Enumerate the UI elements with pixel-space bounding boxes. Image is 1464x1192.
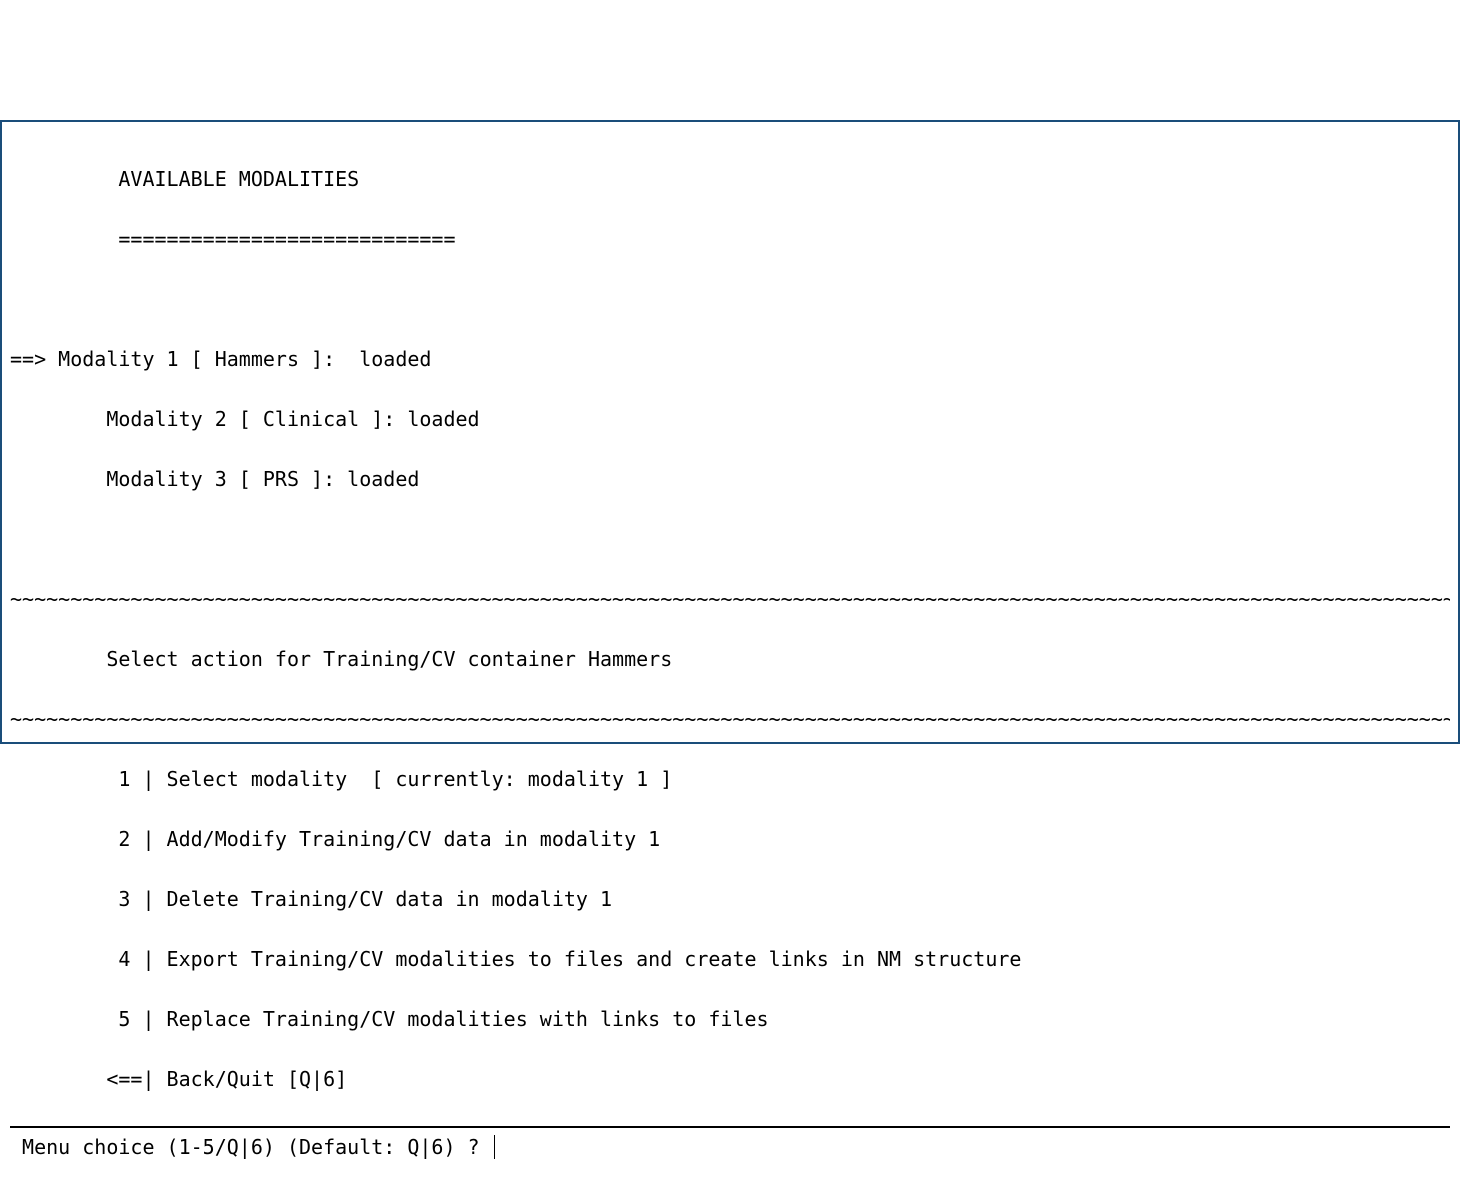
indent: [10, 467, 106, 491]
menu-item-text: <==| Back/Quit [Q|6]: [106, 1067, 347, 1091]
menu-item-2[interactable]: 2 | Add/Modify Training/CV data in modal…: [10, 824, 1450, 854]
section-title: Select action for Training/CV container …: [10, 644, 1450, 674]
menu-item-text: 3 | Delete Training/CV data in modality …: [106, 887, 612, 911]
menu-item-text: 1 | Select modality [ currently: modalit…: [106, 767, 672, 791]
menu-item-text: 5 | Replace Training/CV modalities with …: [106, 1007, 768, 1031]
selected-marker: ==>: [10, 347, 58, 371]
indent: [10, 407, 106, 431]
indent: [10, 827, 106, 851]
modality-2-text: Modality 2 [ Clinical ]: loaded: [106, 407, 479, 431]
blank-line: [10, 284, 1450, 314]
indent: [10, 887, 106, 911]
header-underline: ============================: [10, 224, 1450, 254]
prompt-line[interactable]: Menu choice (1-5/Q|6) (Default: Q|6) ?: [10, 1126, 1450, 1162]
menu-item-text: 4 | Export Training/CV modalities to fil…: [106, 947, 1021, 971]
menu-item-text: 2 | Add/Modify Training/CV data in modal…: [106, 827, 660, 851]
indent: [10, 1067, 106, 1091]
wave-separator-bottom: ~~~~~~~~~~~~~~~~~~~~~~~~~~~~~~~~~~~~~~~~…: [10, 704, 1450, 734]
prompt-text: Menu choice (1-5/Q|6) (Default: Q|6) ?: [10, 1132, 492, 1162]
blank-line: [10, 524, 1450, 554]
indent: [10, 767, 106, 791]
modality-row-selected: ==> Modality 1 [ Hammers ]: loaded: [10, 344, 1450, 374]
menu-item-1[interactable]: 1 | Select modality [ currently: modalit…: [10, 764, 1450, 794]
menu-item-4[interactable]: 4 | Export Training/CV modalities to fil…: [10, 944, 1450, 974]
modality-3-text: Modality 3 [ PRS ]: loaded: [106, 467, 419, 491]
terminal-window: AVAILABLE MODALITIES ===================…: [0, 120, 1460, 744]
modality-row: Modality 3 [ PRS ]: loaded: [10, 464, 1450, 494]
menu-item-5[interactable]: 5 | Replace Training/CV modalities with …: [10, 1004, 1450, 1034]
cursor-icon: [494, 1135, 495, 1159]
indent: [10, 947, 106, 971]
indent: [10, 1007, 106, 1031]
wave-separator-top: ~~~~~~~~~~~~~~~~~~~~~~~~~~~~~~~~~~~~~~~~…: [10, 584, 1450, 614]
header-title: AVAILABLE MODALITIES: [10, 164, 1450, 194]
menu-item-3[interactable]: 3 | Delete Training/CV data in modality …: [10, 884, 1450, 914]
modality-row: Modality 2 [ Clinical ]: loaded: [10, 404, 1450, 434]
modality-1-text: Modality 1 [ Hammers ]: loaded: [58, 347, 431, 371]
menu-item-back[interactable]: <==| Back/Quit [Q|6]: [10, 1064, 1450, 1094]
